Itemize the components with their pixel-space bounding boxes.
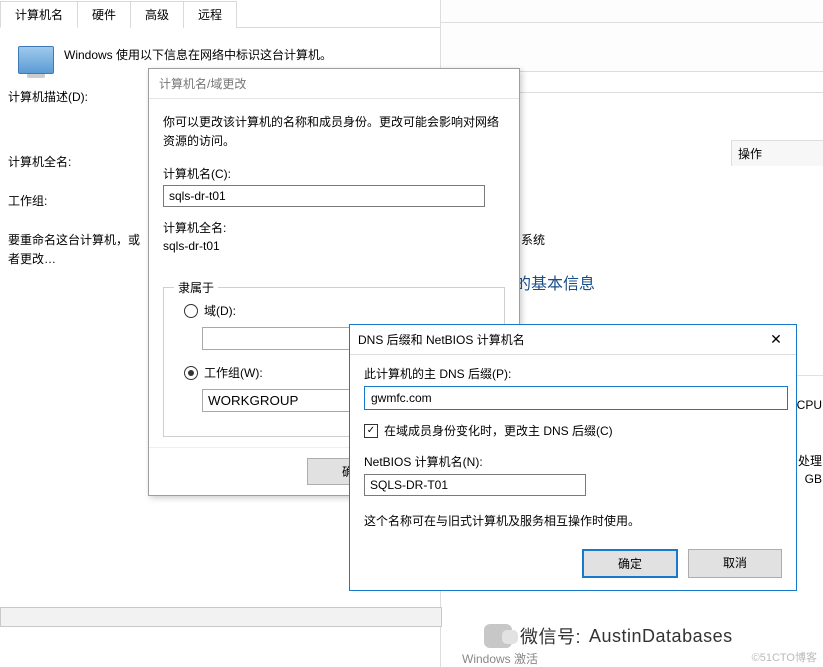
- wechat-prefix: 微信号:: [520, 623, 581, 649]
- activate-windows-text: Windows 激活: [462, 650, 538, 667]
- dns-cancel-button[interactable]: 取消: [688, 549, 782, 578]
- full-name-value: sqls-dr-t01: [163, 239, 505, 253]
- full-name-label: 计算机全名:: [163, 219, 505, 236]
- breadcrumb-part: 系统: [521, 231, 545, 248]
- computer-name-input[interactable]: [163, 185, 485, 207]
- member-of-legend: 隶属于: [174, 279, 218, 296]
- actions-pane-header: 操作: [731, 140, 823, 166]
- netbios-label: NetBIOS 计算机名(N):: [364, 453, 782, 470]
- cpu-label-fragment: CPU: [797, 398, 822, 412]
- taskbar-fragment: [0, 607, 442, 627]
- rename-hint: 要重命名这台计算机，或者更改…: [8, 231, 148, 269]
- tab-remote[interactable]: 远程: [183, 1, 237, 28]
- workgroup-radio[interactable]: [184, 366, 198, 380]
- tab-hardware[interactable]: 硬件: [77, 1, 131, 28]
- dialog-help-text: 你可以更改该计算机的名称和成员身份。更改可能会影响对网络资源的访问。: [163, 113, 505, 151]
- change-suffix-checkbox[interactable]: ✓: [364, 424, 378, 438]
- description-label: 计算机描述(D):: [8, 88, 118, 105]
- close-icon[interactable]: ✕: [764, 331, 788, 348]
- dns-ok-button[interactable]: 确定: [582, 549, 678, 578]
- dialog-title: 计算机名/域更改: [149, 69, 519, 99]
- wechat-watermark: 微信号: AustinDatabases: [484, 623, 733, 649]
- wechat-id: AustinDatabases: [589, 626, 733, 647]
- processor-label-fragment: 处理: [798, 452, 822, 469]
- netbios-note: 这个名称可在与旧式计算机及服务相互操作时使用。: [364, 512, 782, 529]
- computer-name-label: 计算机名(C):: [163, 165, 505, 182]
- domain-radio-label: 域(D):: [204, 302, 236, 319]
- netbios-input: [364, 474, 586, 496]
- wechat-icon: [484, 624, 512, 648]
- workgroup-label: 工作组:: [8, 192, 118, 209]
- tabstrip: 计算机名 硬件 高级 远程: [0, 0, 440, 28]
- dns-dialog-title: DNS 后缀和 NetBIOS 计算机名: [358, 331, 525, 348]
- primary-dns-input[interactable]: [364, 386, 788, 410]
- fullname-label: 计算机全名:: [8, 153, 118, 170]
- source-watermark: ©51CTO博客: [752, 649, 817, 665]
- bg-titlebar: [441, 0, 823, 23]
- domain-radio[interactable]: [184, 304, 198, 318]
- gb-label-fragment: GB: [805, 472, 822, 486]
- tab-computer-name[interactable]: 计算机名: [0, 1, 78, 28]
- computer-icon: [18, 46, 54, 74]
- primary-dns-label: 此计算机的主 DNS 后缀(P):: [364, 365, 782, 382]
- change-suffix-label: 在域成员身份变化时，更改主 DNS 后缀(C): [384, 422, 613, 439]
- workgroup-radio-label: 工作组(W):: [204, 364, 263, 381]
- bg-ribbon: [441, 23, 823, 72]
- tab-advanced[interactable]: 高级: [130, 1, 184, 28]
- dns-suffix-dialog: DNS 后缀和 NetBIOS 计算机名 ✕ 此计算机的主 DNS 后缀(P):…: [349, 324, 797, 591]
- identify-text: Windows 使用以下信息在网络中标识这台计算机。: [64, 46, 332, 63]
